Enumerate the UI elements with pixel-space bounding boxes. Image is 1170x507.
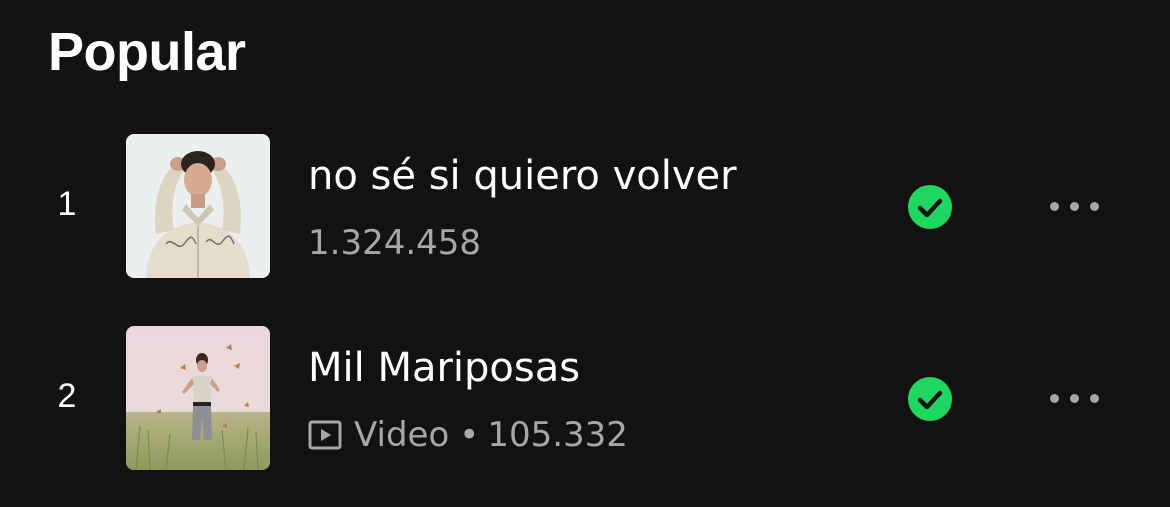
track-row[interactable]: 1 no sé si quiero volver 1.324.458 — [0, 134, 1170, 280]
album-cover-field-image — [126, 326, 270, 470]
section-title: Popular — [48, 22, 246, 82]
album-cover — [126, 134, 270, 278]
album-cover-portrait-image — [126, 134, 270, 278]
more-dot — [1089, 201, 1099, 211]
more-options-button[interactable] — [1030, 186, 1118, 226]
video-icon — [308, 420, 342, 450]
more-dot — [1049, 201, 1059, 211]
more-dot — [1089, 393, 1099, 403]
play-count: 1.324.458 — [308, 223, 482, 263]
downloaded-check-icon[interactable] — [907, 184, 953, 230]
track-title: no sé si quiero volver — [308, 153, 737, 199]
track-meta: Video • 105.332 — [308, 414, 628, 456]
track-play-count: 1.324.458 — [308, 222, 481, 264]
downloaded-check-icon[interactable] — [907, 376, 953, 422]
more-dot — [1069, 201, 1079, 211]
video-badge-label: Video — [354, 415, 450, 455]
track-number: 1 — [57, 185, 77, 223]
track-row[interactable]: 2 Mil Mariposas Video • 105.332 — [0, 326, 1170, 472]
meta-separator: • — [459, 415, 480, 455]
album-cover — [126, 326, 270, 470]
track-title: Mil Mariposas — [308, 345, 581, 391]
more-dot — [1049, 393, 1059, 403]
play-count: 105.332 — [487, 415, 628, 455]
more-options-button[interactable] — [1030, 378, 1118, 418]
more-dot — [1069, 393, 1079, 403]
track-number: 2 — [57, 377, 77, 415]
